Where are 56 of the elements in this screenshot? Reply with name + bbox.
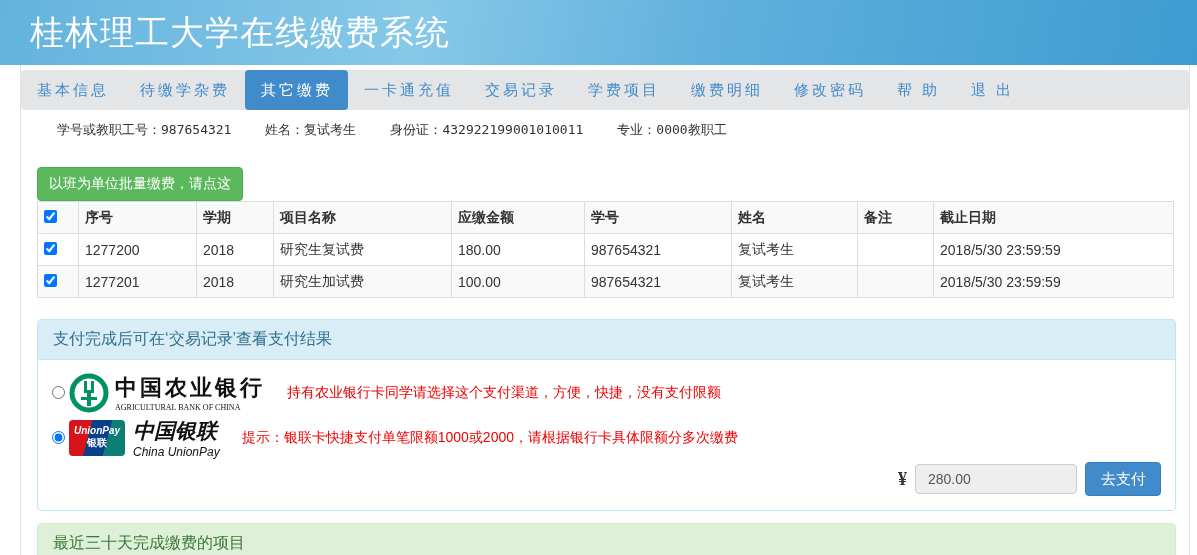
table-cell: 2018/5/30 23:59:59	[933, 233, 1174, 266]
table-cell: 2018/5/30 23:59:59	[933, 265, 1174, 298]
nav-tab[interactable]: 待缴学杂费	[124, 70, 245, 110]
row-checkbox[interactable]	[44, 241, 57, 255]
batch-pay-button[interactable]: 以班为单位批量缴费，请点这	[37, 167, 243, 201]
table-cell: 2018	[196, 233, 274, 266]
table-cell: 研究生加试费	[273, 265, 452, 298]
table-cell: 100.00	[451, 265, 585, 298]
logo-subtitle: AGRICULTURAL BANK OF CHINA	[115, 403, 242, 412]
nav-tab[interactable]: 缴费明细	[675, 70, 778, 110]
badge-text: 银联	[87, 436, 107, 450]
site-title: 桂林理工大学在线缴费系统	[30, 12, 450, 53]
nav-tab[interactable]: 学费项目	[572, 70, 675, 110]
nav-tab[interactable]: 一卡通充值	[348, 70, 469, 110]
table-cell: 2018	[196, 265, 274, 298]
table-cell: 复试考生	[731, 233, 858, 266]
radio-button[interactable]	[52, 431, 65, 444]
column-header: 应缴金额	[451, 201, 585, 234]
currency-sign: ¥	[898, 468, 907, 490]
logo-text: 中国银联	[133, 417, 220, 444]
column-header: 学号	[584, 201, 732, 234]
table-cell: 180.00	[451, 233, 585, 266]
nav-tab[interactable]: 退 出	[955, 70, 1030, 110]
payment-note: 提示：银联卡快捷支付单笔限额1000或2000，请根据银行卡具体限额分多次缴费	[241, 428, 738, 447]
row-checkbox[interactable]	[44, 273, 57, 287]
table-cell: 1277201	[78, 265, 197, 298]
panel-heading: 最近三十天完成缴费的项目	[38, 524, 1175, 555]
user-info-text: 身份证：432922199001010011	[390, 121, 584, 139]
nav-tab[interactable]: 其它缴费	[245, 70, 348, 110]
column-header: 项目名称	[273, 201, 452, 234]
user-info-text: 学号或教职工号：987654321	[57, 121, 232, 139]
select-all-checkbox[interactable]	[44, 209, 57, 223]
column-header: 姓名	[731, 201, 858, 234]
column-header: 备注	[857, 201, 934, 234]
payment-note: 持有农业银行卡同学请选择这个支付渠道，方便，快捷，没有支付限额	[287, 383, 721, 402]
logo-subtitle: China UnionPay	[133, 444, 220, 459]
column-header: 序号	[78, 201, 197, 234]
bank-emblem-icon	[69, 372, 109, 413]
nav-tab[interactable]: 帮 助	[881, 70, 956, 110]
radio-button[interactable]	[52, 386, 65, 399]
column-header: 学期	[196, 201, 274, 234]
nav-tab[interactable]: 修改密码	[778, 70, 881, 110]
panel-heading: 支付完成后可在‘交易记录’查看支付结果	[38, 320, 1175, 360]
amount-field[interactable]: 280.00	[915, 464, 1077, 494]
nav-tab[interactable]: 交易记录	[469, 70, 572, 110]
user-info-text: 姓名：复试考生	[265, 121, 357, 139]
table-cell: 研究生复试费	[273, 233, 452, 266]
column-header: 截止日期	[933, 201, 1174, 234]
pay-button[interactable]: 去支付	[1085, 462, 1161, 496]
user-info-text: 专业：0000教职工	[617, 121, 727, 139]
table-cell: 复试考生	[731, 265, 858, 298]
table-cell: 987654321	[584, 233, 732, 266]
table-cell: 987654321	[584, 265, 732, 298]
table-cell: 1277200	[78, 233, 197, 266]
nav-tab[interactable]: 基本信息	[21, 70, 124, 110]
logo-text: 中国农业银行	[115, 373, 265, 402]
